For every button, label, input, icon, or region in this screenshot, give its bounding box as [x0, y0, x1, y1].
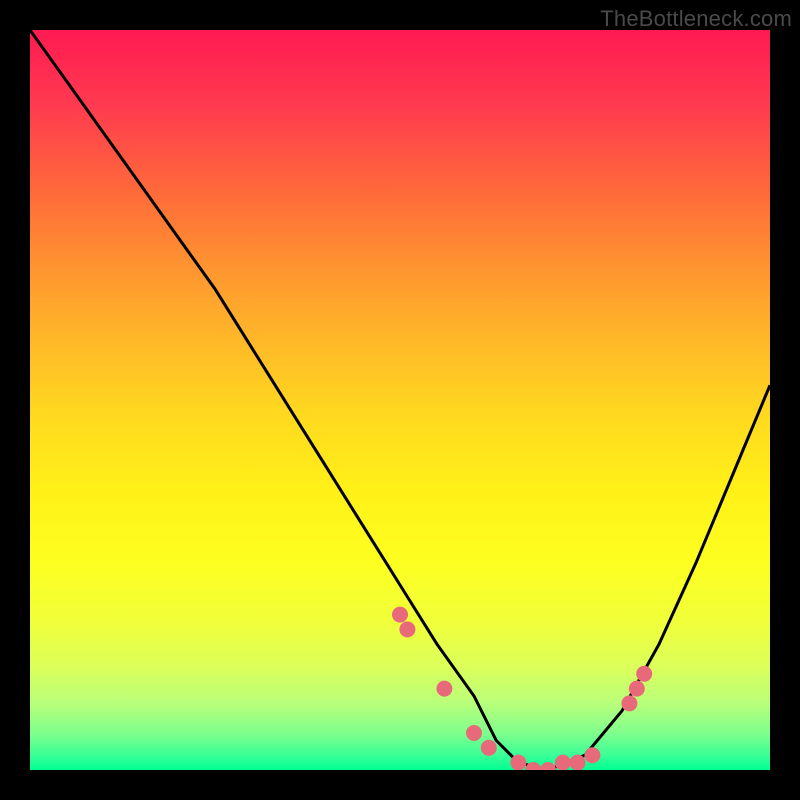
bottleneck-curve [30, 30, 770, 770]
marker-point [629, 681, 645, 697]
marker-point [466, 725, 482, 741]
marker-point [584, 747, 600, 763]
highlight-markers [392, 607, 652, 770]
marker-point [510, 755, 526, 770]
marker-point [570, 755, 586, 770]
marker-point [525, 762, 541, 770]
marker-point [392, 607, 408, 623]
marker-point [399, 621, 415, 637]
marker-point [436, 681, 452, 697]
chart-svg [30, 30, 770, 770]
chart-container: TheBottleneck.com [0, 0, 800, 800]
marker-point [481, 740, 497, 756]
marker-point [621, 695, 637, 711]
marker-point [555, 755, 571, 770]
watermark-text: TheBottleneck.com [600, 6, 792, 32]
plot-area [30, 30, 770, 770]
marker-point [540, 762, 556, 770]
marker-point [636, 666, 652, 682]
